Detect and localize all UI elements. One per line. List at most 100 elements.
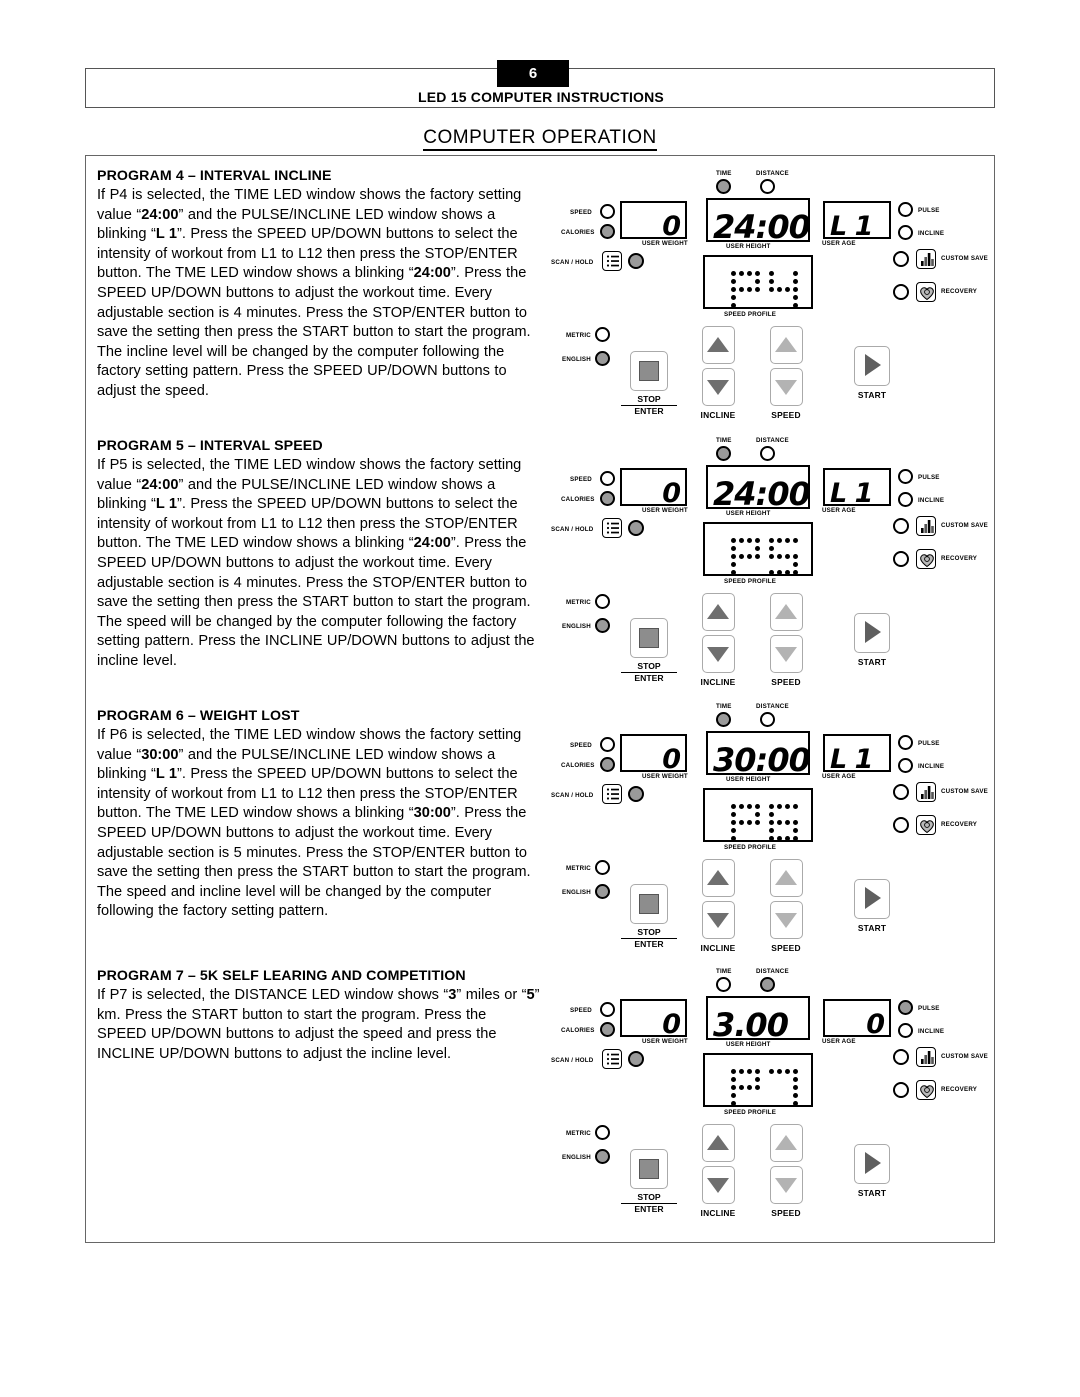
incline-up-button[interactable] xyxy=(702,1124,735,1162)
pulse-indicator-led[interactable] xyxy=(898,1000,913,1015)
stop-enter-button[interactable] xyxy=(630,884,668,924)
matrix-dot xyxy=(785,836,790,841)
custom-save-led[interactable] xyxy=(893,518,909,534)
header-title: LED 15 COMPUTER INSTRUCTIONS xyxy=(418,89,664,105)
speed-down-button[interactable] xyxy=(770,368,803,406)
speed-up-button[interactable] xyxy=(770,859,803,897)
recovery-led[interactable] xyxy=(893,1082,909,1098)
recovery-led[interactable] xyxy=(893,284,909,300)
stop-enter-button[interactable] xyxy=(630,1149,668,1189)
incline-up-button[interactable] xyxy=(702,859,735,897)
incline-indicator-led[interactable] xyxy=(898,1023,913,1038)
incline-up-button[interactable] xyxy=(702,326,735,364)
matrix-dot xyxy=(747,287,752,292)
metric-label: METRIC xyxy=(566,599,591,606)
matrix-dot xyxy=(731,828,736,833)
scan-hold-led[interactable] xyxy=(628,786,644,802)
scan-hold-led[interactable] xyxy=(628,253,644,269)
start-button[interactable] xyxy=(854,346,890,386)
scan-hold-icon[interactable] xyxy=(602,1049,622,1069)
speed-down-button[interactable] xyxy=(770,635,803,673)
english-led[interactable] xyxy=(595,884,610,899)
incline-indicator-led[interactable] xyxy=(898,758,913,773)
start-button[interactable] xyxy=(854,613,890,653)
pulse-indicator-led[interactable] xyxy=(898,202,913,217)
matrix-dot xyxy=(769,812,774,817)
incline-down-button[interactable] xyxy=(702,1166,735,1204)
custom-save-icon[interactable] xyxy=(916,249,936,269)
english-led[interactable] xyxy=(595,618,610,633)
triangle-down-icon xyxy=(775,913,798,928)
recovery-icon[interactable] xyxy=(916,815,936,835)
speed-up-button[interactable] xyxy=(770,326,803,364)
distance-indicator-led[interactable] xyxy=(760,977,775,992)
incline-indicator-led[interactable] xyxy=(898,492,913,507)
scan-hold-icon[interactable] xyxy=(602,784,622,804)
calories-indicator-led[interactable] xyxy=(600,757,615,772)
matrix-dot xyxy=(793,570,798,575)
triangle-down-icon xyxy=(775,1178,798,1193)
speed-down-button[interactable] xyxy=(770,901,803,939)
scan-hold-led[interactable] xyxy=(628,1051,644,1067)
english-led[interactable] xyxy=(595,351,610,366)
time-indicator-led[interactable] xyxy=(716,179,731,194)
incline-down-button[interactable] xyxy=(702,368,735,406)
recovery-icon[interactable] xyxy=(916,1080,936,1100)
scan-hold-icon[interactable] xyxy=(602,251,622,271)
distance-indicator-led[interactable] xyxy=(760,446,775,461)
matrix-dot xyxy=(793,271,798,276)
english-led[interactable] xyxy=(595,1149,610,1164)
time-indicator-led[interactable] xyxy=(716,977,731,992)
calories-indicator-led[interactable] xyxy=(600,1022,615,1037)
user-age-label: USER AGE xyxy=(822,773,856,780)
scan-hold-label: SCAN / HOLD xyxy=(551,1057,594,1064)
scan-hold-icon[interactable] xyxy=(602,518,622,538)
speed-indicator-led[interactable] xyxy=(600,1002,615,1017)
stop-enter-button[interactable] xyxy=(630,351,668,391)
speed-indicator-led[interactable] xyxy=(600,737,615,752)
start-button[interactable] xyxy=(854,879,890,919)
scan-hold-led[interactable] xyxy=(628,520,644,536)
program-block-5: PROGRAM 5 – INTERVAL SPEED If P5 is selec… xyxy=(97,438,540,672)
incline-up-button[interactable] xyxy=(702,593,735,631)
matrix-dot xyxy=(777,538,782,543)
speed-indicator-led[interactable] xyxy=(600,471,615,486)
calories-indicator-led[interactable] xyxy=(600,224,615,239)
custom-save-led[interactable] xyxy=(893,251,909,267)
user-age-display-value: L 1 xyxy=(830,478,873,506)
stop-enter-button[interactable] xyxy=(630,618,668,658)
custom-save-led[interactable] xyxy=(893,784,909,800)
pulse-indicator-led[interactable] xyxy=(898,735,913,750)
speed-up-button[interactable] xyxy=(770,593,803,631)
incline-indicator-led[interactable] xyxy=(898,225,913,240)
speed-up-button[interactable] xyxy=(770,1124,803,1162)
distance-indicator-led[interactable] xyxy=(760,179,775,194)
recovery-led[interactable] xyxy=(893,817,909,833)
recovery-led[interactable] xyxy=(893,551,909,567)
metric-led[interactable] xyxy=(595,327,610,342)
matrix-dot xyxy=(731,303,736,308)
matrix-dot xyxy=(785,287,790,292)
custom-save-icon[interactable] xyxy=(916,516,936,536)
pulse-indicator-led[interactable] xyxy=(898,469,913,484)
user-weight-display: 0 xyxy=(620,201,687,239)
speed-down-button[interactable] xyxy=(770,1166,803,1204)
incline-down-button[interactable] xyxy=(702,901,735,939)
time-indicator-led[interactable] xyxy=(716,446,731,461)
custom-save-icon[interactable] xyxy=(916,1047,936,1067)
custom-save-icon[interactable] xyxy=(916,782,936,802)
incline-down-button[interactable] xyxy=(702,635,735,673)
metric-led[interactable] xyxy=(595,594,610,609)
calories-indicator-led[interactable] xyxy=(600,491,615,506)
time-indicator-led[interactable] xyxy=(716,712,731,727)
metric-led[interactable] xyxy=(595,860,610,875)
matrix-dot xyxy=(731,538,736,543)
speed-indicator-led[interactable] xyxy=(600,204,615,219)
recovery-icon[interactable] xyxy=(916,549,936,569)
metric-led[interactable] xyxy=(595,1125,610,1140)
recovery-icon[interactable] xyxy=(916,282,936,302)
distance-indicator-led[interactable] xyxy=(760,712,775,727)
custom-save-led[interactable] xyxy=(893,1049,909,1065)
program-block-7: PROGRAM 7 – 5K SELF LEARING AND COMPETIT… xyxy=(97,968,540,1064)
start-button[interactable] xyxy=(854,1144,890,1184)
